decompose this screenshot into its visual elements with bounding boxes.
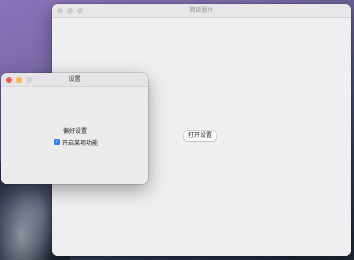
section-label: 偏好设置 (63, 128, 88, 135)
open-settings-button[interactable]: 打开设置 (184, 131, 217, 141)
settings-window-title: 设置 (68, 76, 81, 83)
settings-window: 设置 偏好设置 ✓ 开启某项功能 (1, 73, 148, 184)
settings-window-titlebar[interactable]: 设置 (1, 73, 148, 87)
feature-checkbox-label[interactable]: 开启某项功能 (62, 138, 98, 147)
main-window-title: 開啟圖片 (189, 7, 214, 14)
settings-window-content: 偏好设置 ✓ 开启某项功能 (1, 87, 148, 184)
feature-checkbox[interactable]: ✓ (54, 139, 60, 145)
main-window-titlebar[interactable]: 開啟圖片 (52, 4, 351, 18)
